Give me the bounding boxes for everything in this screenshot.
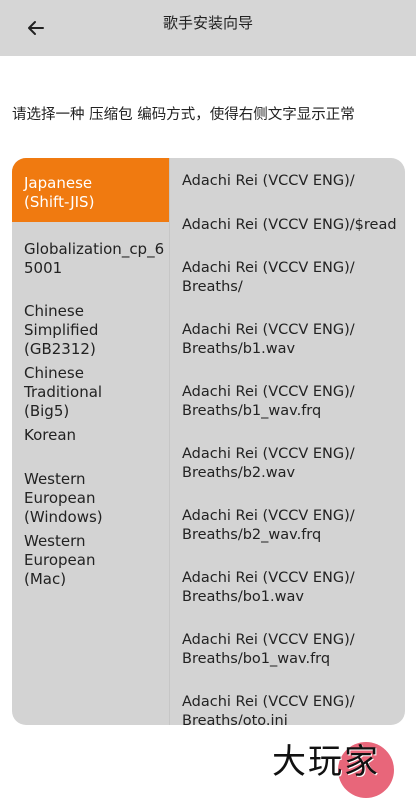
file-entry: Adachi Rei (VCCV ENG)/ Breaths/b2.wav bbox=[182, 446, 355, 481]
file-entry: Adachi Rei (VCCV ENG)/ Breaths/b1.wav bbox=[182, 322, 355, 357]
file-entry: Adachi Rei (VCCV ENG)/ Breaths/oto.ini bbox=[182, 694, 355, 725]
page-title: 歌手安装向导 bbox=[162, 14, 253, 32]
app-bar: 歌手安装向导 bbox=[0, 0, 416, 56]
file-entry: Adachi Rei (VCCV ENG)/ Breaths/bo1_wav.f… bbox=[182, 632, 355, 667]
file-entry: Adachi Rei (VCCV ENG)/ Breaths/ bbox=[182, 260, 355, 295]
encoding-option[interactable]: Japanese (Shift-JIS) bbox=[12, 158, 169, 222]
encoding-option[interactable]: Western European (Mac) bbox=[12, 516, 169, 589]
watermark-logo: 大玩家 bbox=[272, 742, 380, 782]
file-entry: Adachi Rei (VCCV ENG)/ Breaths/b1_wav.fr… bbox=[182, 384, 355, 419]
file-entry: Adachi Rei (VCCV ENG)/ Breaths/bo1.wav bbox=[182, 570, 355, 605]
file-entry: Adachi Rei (VCCV ENG)/$read bbox=[182, 217, 397, 233]
encoding-panel: Japanese (Shift-JIS) Globalization_cp_6 5… bbox=[12, 158, 405, 725]
instruction-text: 请选择一种 压缩包 编码方式，使得右侧文字显示正常 bbox=[12, 107, 355, 123]
file-entry: Adachi Rei (VCCV ENG)/ bbox=[182, 173, 355, 189]
encoding-option[interactable]: Globalization_cp_6 5001 bbox=[12, 224, 169, 278]
encoding-option[interactable]: Korean bbox=[12, 410, 169, 445]
file-entry: Adachi Rei (VCCV ENG)/ Breaths/b2_wav.fr… bbox=[182, 508, 355, 543]
file-preview-list[interactable]: Adachi Rei (VCCV ENG)/ Adachi Rei (VCCV E… bbox=[169, 158, 405, 725]
